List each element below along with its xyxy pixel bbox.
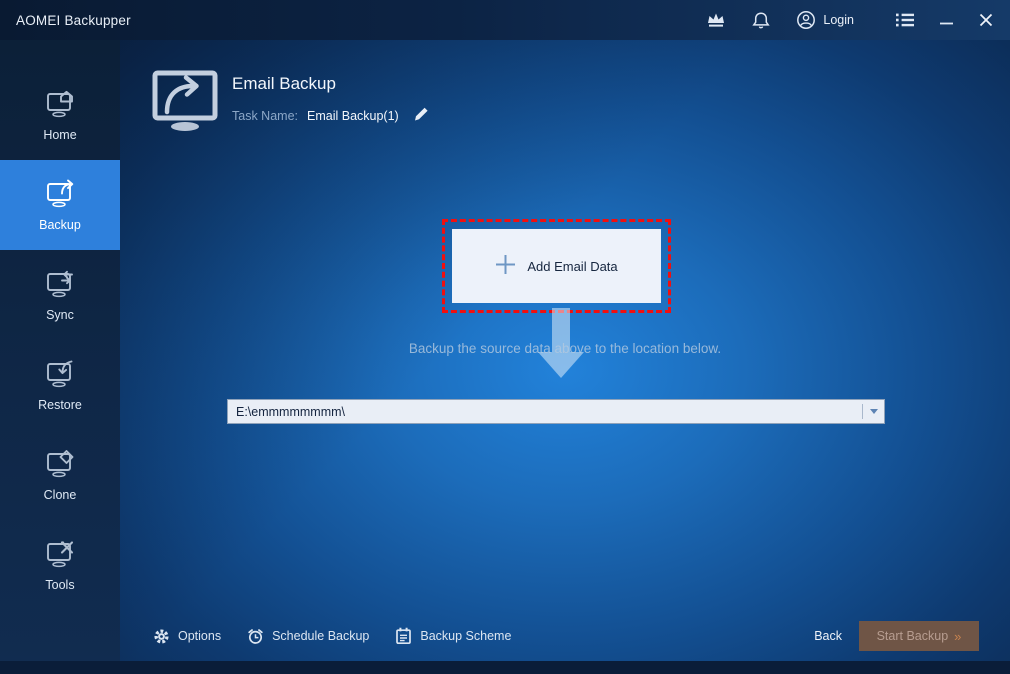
start-backup-label: Start Backup (876, 629, 949, 643)
backup-scheme-button[interactable]: Backup Scheme (395, 627, 511, 645)
destination-dropdown-button[interactable] (863, 400, 884, 423)
sidebar: Home Backup Sync Restore Clone Tools (0, 40, 120, 674)
backup-scheme-label: Backup Scheme (420, 629, 512, 643)
sidebar-item-tools[interactable]: Tools (0, 520, 120, 610)
sidebar-item-label: Backup (39, 217, 81, 232)
user-icon (796, 10, 816, 30)
sidebar-item-restore[interactable]: Restore (0, 340, 120, 430)
scheme-clipboard-icon (395, 627, 412, 645)
title-bar: AOMEI Backupper Login (0, 0, 1010, 40)
task-name-row: Task Name: Email Backup(1) (232, 106, 430, 125)
sidebar-item-home[interactable]: Home (0, 70, 120, 160)
sidebar-item-backup[interactable]: Backup (0, 160, 120, 250)
task-name-value: Email Backup(1) (307, 108, 399, 123)
back-button[interactable]: Back (814, 629, 842, 643)
footer-toolbar: Options Schedule Backup Backup Scheme Ba… (153, 621, 979, 651)
add-email-data-label: Add Email Data (527, 258, 618, 274)
clone-monitor-icon (43, 449, 77, 479)
sidebar-item-label: Home (43, 127, 77, 142)
sidebar-item-sync[interactable]: Sync (0, 250, 120, 340)
main-content: Email Backup Task Name: Email Backup(1) … (120, 40, 1010, 674)
email-backup-icon (152, 70, 222, 139)
pencil-icon (413, 106, 430, 125)
destination-combobox (227, 399, 885, 424)
login-button[interactable]: Login (783, 0, 867, 40)
highlight-annotation: Add Email Data (442, 219, 671, 313)
login-label: Login (823, 13, 854, 27)
app-title: AOMEI Backupper (16, 12, 131, 28)
add-email-data-button[interactable]: Add Email Data (452, 229, 661, 303)
home-monitor-icon (43, 89, 77, 119)
schedule-backup-label: Schedule Backup (272, 629, 370, 643)
restore-monitor-icon (43, 359, 77, 389)
titlebar-actions: Login (693, 0, 1006, 40)
chevron-down-icon (869, 409, 878, 414)
sync-monitor-icon (43, 269, 77, 299)
double-chevron-icon: » (954, 628, 962, 644)
sidebar-nav: Home Backup Sync Restore Clone Tools (0, 40, 120, 610)
edit-task-name-button[interactable] (413, 106, 430, 125)
minimize-button[interactable] (927, 0, 966, 40)
upgrade-button[interactable] (693, 0, 739, 40)
alarm-clock-icon (247, 628, 264, 645)
backup-monitor-icon (43, 179, 77, 209)
tools-monitor-icon (43, 539, 77, 569)
crown-icon (706, 12, 726, 28)
flow-hint-text: Backup the source data above to the loca… (408, 341, 722, 356)
minimize-icon (940, 14, 953, 26)
sidebar-item-label: Sync (46, 307, 74, 322)
sidebar-item-clone[interactable]: Clone (0, 430, 120, 520)
task-name-label: Task Name: (232, 108, 298, 123)
gear-icon (153, 628, 170, 645)
schedule-backup-button[interactable]: Schedule Backup (247, 628, 369, 645)
menu-button[interactable] (883, 0, 927, 40)
options-button[interactable]: Options (153, 628, 221, 645)
notifications-button[interactable] (739, 0, 783, 40)
options-label: Options (178, 629, 222, 643)
page-title: Email Backup (232, 74, 336, 93)
destination-path-input[interactable] (228, 400, 862, 423)
sidebar-item-label: Clone (43, 487, 77, 502)
sidebar-item-label: Tools (45, 577, 75, 592)
list-menu-icon (896, 13, 914, 27)
bell-icon (752, 11, 771, 30)
close-button[interactable] (966, 0, 1006, 40)
sidebar-item-label: Restore (38, 397, 82, 412)
window-bottom-edge (0, 661, 1010, 674)
plus-icon (495, 254, 516, 278)
close-icon (979, 13, 993, 27)
start-backup-button[interactable]: Start Backup » (859, 621, 979, 651)
